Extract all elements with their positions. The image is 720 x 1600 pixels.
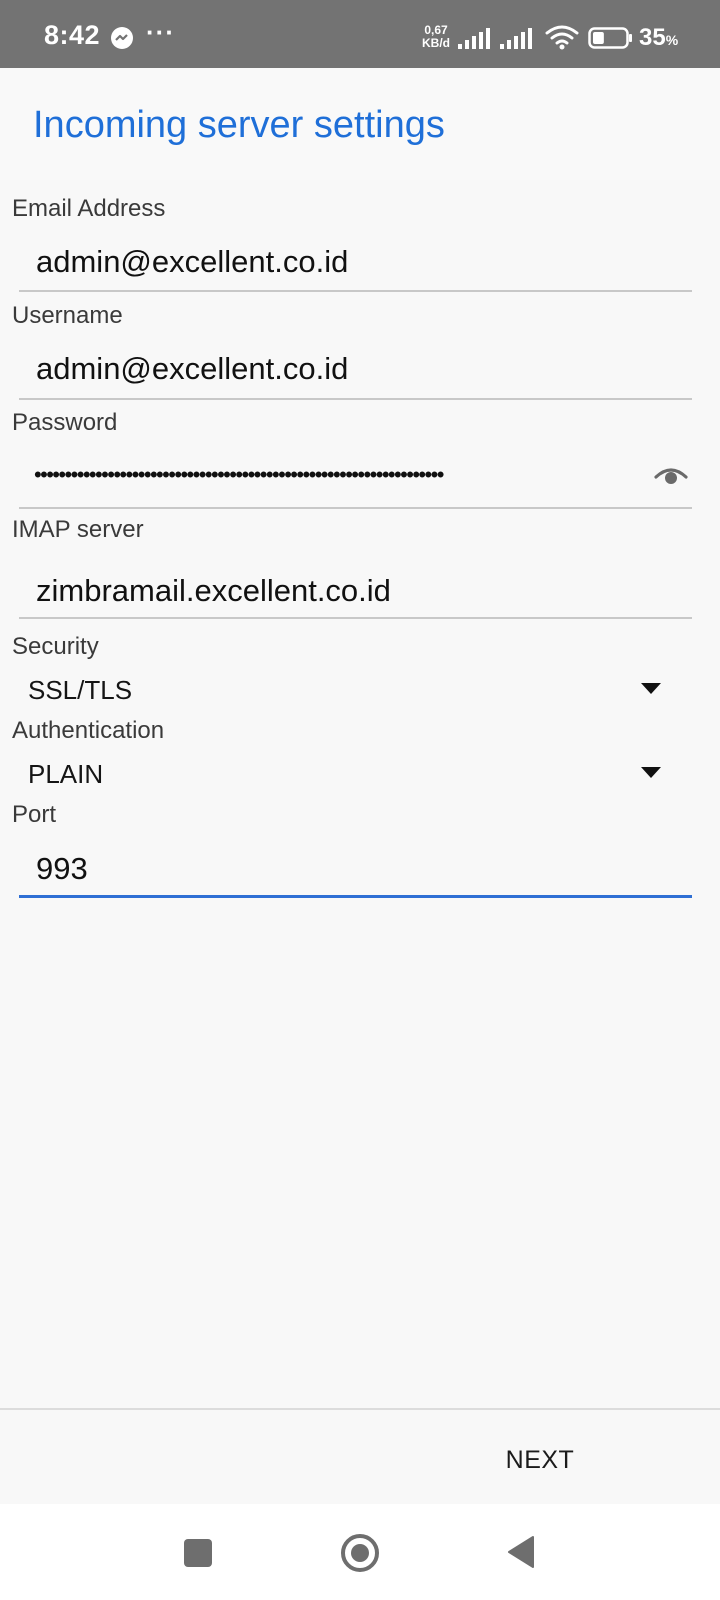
email-field-underline (19, 290, 692, 292)
network-speed-unit: KB/d (422, 36, 450, 50)
status-bar: 8:42 ··· 0,67 KB/d 35% (0, 0, 720, 68)
authentication-label: Authentication (12, 717, 165, 744)
port-label: Port (12, 801, 57, 828)
messenger-icon (111, 27, 133, 49)
chevron-down-icon (641, 683, 661, 694)
username-field[interactable]: admin@excellent.co.id (36, 351, 348, 387)
back-icon[interactable] (506, 1535, 536, 1569)
email-label: Email Address (12, 195, 166, 222)
password-field[interactable]: ••••••••••••••••••••••••••••••••••••••••… (34, 462, 654, 482)
status-time: 8:42 (44, 20, 101, 50)
security-label: Security (12, 633, 99, 660)
username-field-underline (19, 398, 692, 400)
wifi-icon (545, 25, 579, 50)
signal-icon (458, 28, 490, 49)
battery-level: 35 (639, 24, 666, 51)
more-notifications-icon: ··· (146, 17, 175, 47)
imap-server-field[interactable]: zimbramail.excellent.co.id (36, 573, 391, 609)
password-field-underline (19, 507, 692, 509)
footer-divider (0, 1408, 720, 1410)
port-field-underline (19, 895, 692, 898)
battery-unit: % (665, 32, 679, 48)
network-speed: 0,67 KB/d (419, 24, 453, 50)
recent-apps-icon[interactable] (184, 1539, 212, 1567)
page-title: Incoming server settings (33, 104, 445, 146)
signal-icon (500, 28, 532, 49)
page-header: Incoming server settings (0, 68, 720, 180)
home-icon[interactable] (339, 1532, 381, 1574)
imap-server-field-underline (19, 617, 692, 619)
username-label: Username (12, 302, 123, 329)
battery-percentage: 35% (639, 24, 678, 52)
password-label: Password (12, 409, 118, 436)
battery-icon (588, 27, 632, 49)
chevron-down-icon (641, 767, 661, 778)
authentication-select-value: PLAIN (28, 759, 104, 789)
show-password-icon[interactable] (654, 462, 688, 488)
imap-server-label: IMAP server (12, 516, 144, 543)
email-field[interactable]: admin@excellent.co.id (36, 244, 348, 280)
next-button[interactable]: NEXT (490, 1440, 590, 1480)
port-field[interactable]: 993 (36, 851, 88, 887)
security-select-value: SSL/TLS (28, 675, 133, 705)
